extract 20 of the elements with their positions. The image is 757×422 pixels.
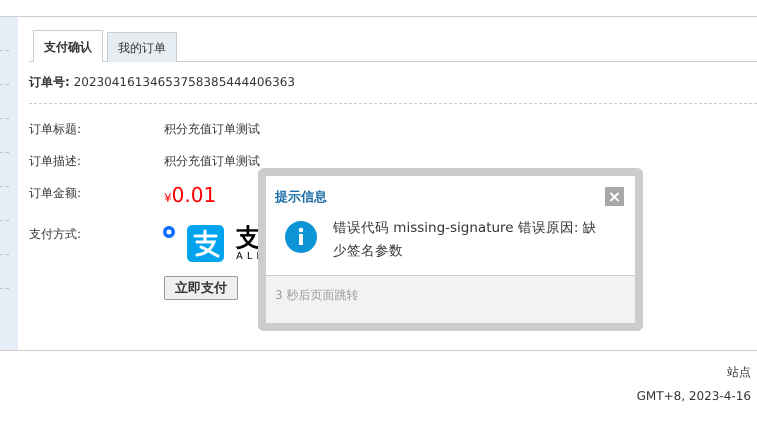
tab[interactable]: 支付确认 — [33, 30, 103, 62]
footer-text: 站点 — [727, 364, 751, 381]
pay-now-button[interactable]: 立即支付 — [164, 276, 238, 300]
field-value: 积分充值订单测试 — [164, 121, 260, 138]
payment-logo-icon — [187, 225, 224, 262]
field-label: 订单金额: — [29, 185, 82, 202]
field-label: 支付方式: — [29, 226, 82, 243]
field-label: 订单描述: — [29, 153, 82, 170]
logo-text: 支 — [236, 225, 262, 251]
error-message: 错误代码 missing-signature 错误原因: 缺少签名参数 — [333, 218, 598, 260]
field-value: 积分充值订单测试 — [164, 153, 260, 170]
amount-value: ¥0.01 — [164, 184, 216, 209]
radio-button[interactable] — [163, 226, 175, 238]
tab[interactable]: 我的订单 — [107, 32, 177, 62]
redirect-notice: 3 秒后页面跳转 — [275, 288, 358, 302]
field-label: 订单标题: — [29, 121, 82, 138]
dialog-title: 提示信息 — [275, 188, 327, 206]
footer-time: GMT+8, 2023-4-16 — [636, 388, 751, 405]
order-number: 订单号: 20230416134653758385444406363 — [29, 75, 296, 89]
info-icon — [285, 220, 317, 252]
